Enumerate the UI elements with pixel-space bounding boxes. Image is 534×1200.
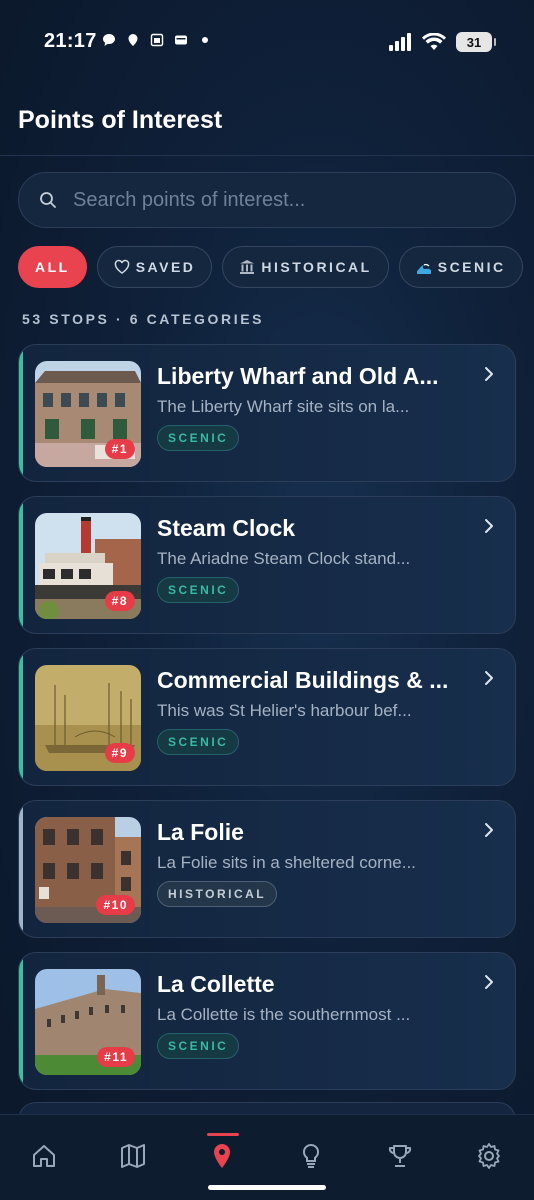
poi-list: #1 Liberty Wharf and Old A... The Libert…	[18, 344, 516, 1104]
filter-chip-label: HISTORICAL	[261, 259, 372, 275]
search-input[interactable]	[73, 188, 493, 212]
nav-achievements[interactable]	[385, 1141, 415, 1171]
location-pin-icon	[128, 34, 138, 46]
nav-settings[interactable]	[474, 1141, 504, 1171]
home-indicator	[208, 1185, 326, 1190]
wave-icon	[416, 263, 431, 274]
filter-chip-label: SCENIC	[437, 259, 506, 275]
battery-icon: 31	[456, 32, 496, 52]
dot-icon	[202, 37, 208, 43]
status-time: 21:17	[44, 30, 97, 52]
nav-map[interactable]	[118, 1141, 148, 1171]
poi-description: The Ariadne Steam Clock stand...	[157, 549, 411, 568]
category-tag: HISTORICAL	[157, 881, 278, 907]
nav-tips[interactable]	[296, 1141, 326, 1171]
poi-description: La Collette is the southernmost ...	[157, 1005, 411, 1024]
filter-chip-scenic[interactable]: SCENIC	[398, 246, 523, 288]
lightbulb-icon	[302, 1143, 320, 1168]
stops-summary: 53 STOPS · 6 CATEGORIES	[22, 311, 265, 327]
stop-number-badge: #9	[104, 743, 135, 763]
filter-chip-saved[interactable]: SAVED	[96, 246, 213, 288]
chevron-right-icon	[485, 975, 493, 989]
poi-description: La Folie sits in a sheltered corne...	[157, 853, 416, 872]
settings-gear-icon	[478, 1143, 500, 1169]
poi-card[interactable]: #1 Liberty Wharf and Old A... The Libert…	[18, 344, 516, 482]
chevron-right-icon	[485, 519, 493, 533]
poi-title: La Folie	[157, 819, 244, 845]
poi-title: Steam Clock	[157, 515, 296, 541]
nav-points-of-interest[interactable]	[207, 1141, 237, 1171]
heart-icon	[114, 259, 129, 274]
poi-title: Commercial Buildings & ...	[157, 667, 449, 693]
system-icons: 31	[388, 32, 496, 52]
search-icon	[40, 192, 56, 208]
card-accent-bar	[19, 953, 23, 1089]
category-tag: SCENIC	[157, 577, 240, 603]
filter-chips: ALL SAVED HISTORICAL SCENIC	[18, 246, 523, 288]
stop-number-badge: #11	[97, 1047, 135, 1067]
map-icon	[121, 1144, 145, 1168]
category-tag: SCENIC	[157, 729, 240, 755]
card-accent-bar	[19, 345, 23, 481]
stop-number-badge: #10	[96, 895, 135, 915]
museum-icon	[240, 260, 255, 274]
poi-thumbnail: #8	[35, 513, 141, 619]
card-accent-bar	[19, 649, 23, 785]
chevron-right-icon	[485, 823, 493, 837]
poi-description: The Liberty Wharf site sits on la...	[157, 397, 410, 416]
filter-chip-all[interactable]: ALL	[18, 246, 87, 288]
poi-thumbnail: #9	[35, 665, 141, 771]
poi-card[interactable]: #11 La Collette La Collette is the south…	[18, 952, 516, 1090]
filter-chip-historical[interactable]: HISTORICAL	[222, 246, 389, 288]
calendar-icon	[150, 33, 164, 47]
status-bar: 21:17 31	[0, 0, 534, 80]
poi-title: Liberty Wharf and Old A...	[157, 363, 439, 389]
poi-thumbnail: #1	[35, 361, 141, 467]
nav-active-indicator	[207, 1133, 239, 1136]
card-accent-bar	[19, 497, 23, 633]
chevron-right-icon	[485, 671, 493, 685]
poi-thumbnail: #10	[35, 817, 141, 923]
wifi-icon	[422, 33, 446, 50]
poi-card[interactable]: #9 Commercial Buildings & ... This was S…	[18, 648, 516, 786]
poi-card[interactable]: #8 Steam Clock The Ariadne Steam Clock s…	[18, 496, 516, 634]
search-bar[interactable]	[18, 172, 516, 228]
filter-chip-label: SAVED	[135, 259, 196, 275]
page-title: Points of Interest	[18, 106, 223, 134]
home-icon	[33, 1145, 55, 1167]
trophy-icon	[388, 1145, 412, 1167]
wallet-icon	[175, 35, 187, 45]
poi-description: This was St Helier's harbour bef...	[157, 701, 412, 720]
poi-thumbnail: #11	[35, 969, 141, 1075]
stop-number-badge: #1	[104, 439, 135, 459]
location-pin-icon	[214, 1144, 230, 1168]
battery-level: 31	[466, 34, 482, 50]
header-divider	[0, 155, 534, 156]
notification-icons	[102, 33, 212, 47]
category-tag: SCENIC	[157, 1033, 240, 1059]
chat-bubble-icon	[103, 34, 115, 46]
poi-title: La Collette	[157, 971, 275, 997]
stop-number-badge: #8	[104, 591, 135, 611]
nav-home[interactable]	[29, 1141, 59, 1171]
filter-chip-label: ALL	[35, 259, 70, 275]
card-accent-bar	[19, 801, 23, 937]
signal-icon	[389, 33, 411, 51]
poi-card[interactable]: #10 La Folie La Folie sits in a sheltere…	[18, 800, 516, 938]
category-tag: SCENIC	[157, 425, 240, 451]
chevron-right-icon	[485, 367, 493, 381]
